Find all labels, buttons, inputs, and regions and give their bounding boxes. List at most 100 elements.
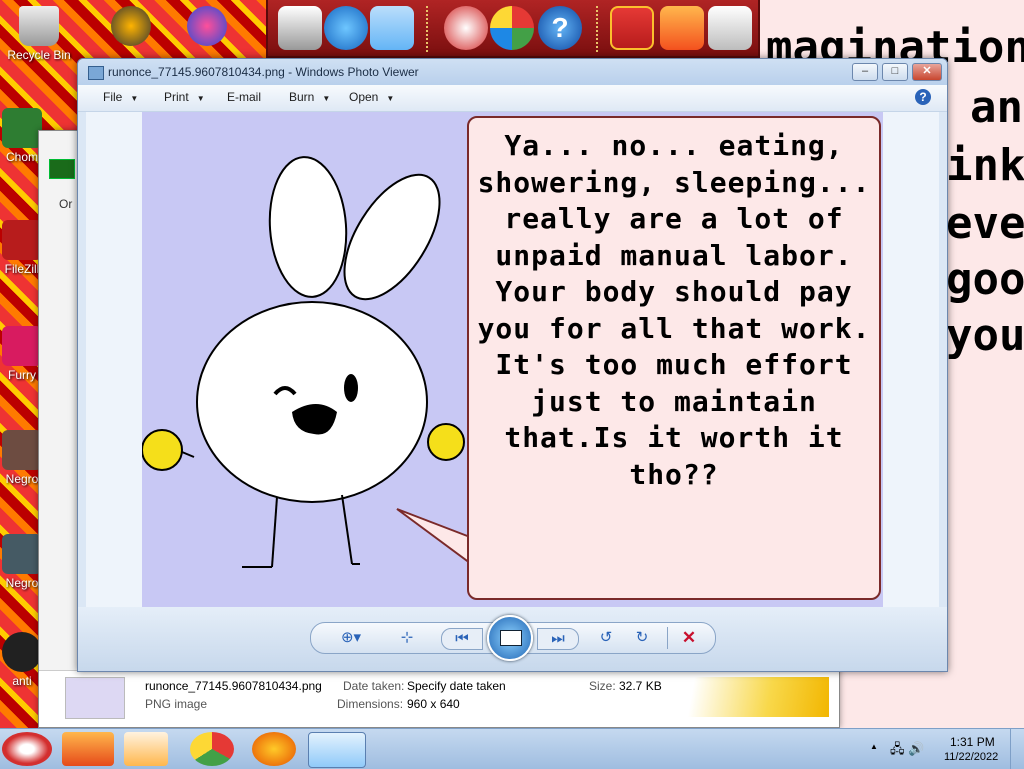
displayed-image: Ya... no... eating, showering, sleeping.… xyxy=(142,112,883,607)
folder-icon[interactable] xyxy=(660,6,704,50)
taskbar-media-player-button[interactable] xyxy=(124,732,168,766)
control-panel-icon[interactable] xyxy=(370,6,414,50)
app-icon xyxy=(2,632,42,672)
file-menu[interactable]: File ▼ xyxy=(103,90,138,104)
desktop-icon-aimp[interactable] xyxy=(96,6,166,48)
globe-icon[interactable] xyxy=(324,6,368,50)
taskbar-firefox-button[interactable] xyxy=(252,732,296,766)
details-accent xyxy=(679,677,829,717)
print-menu-label: Print xyxy=(164,90,189,104)
navigation-controls: ⊕▾ ⊹ ⏮ ⏭ ↺ ↻ ✕ xyxy=(310,615,716,661)
tray-network-volume-icons[interactable]: 🖧 🔊 xyxy=(890,740,924,762)
maximize-button[interactable]: □ xyxy=(882,63,908,81)
rotate-clockwise-icon[interactable]: ↻ xyxy=(631,628,653,648)
desktop-icon-label: Furry xyxy=(8,368,36,382)
date-taken-label: Date taken: xyxy=(343,679,405,693)
open-menu[interactable]: Open ▼ xyxy=(349,90,394,104)
chevron-down-icon: ▼ xyxy=(130,94,139,103)
details-pane: runonce_77145.9607810434.png PNG image D… xyxy=(39,670,839,727)
desktop-icon-label: Chom xyxy=(5,150,38,164)
gift-icon[interactable] xyxy=(610,6,654,50)
burn-menu[interactable]: Burn ▼ xyxy=(289,90,330,104)
image-canvas[interactable]: Ya... no... eating, showering, sleeping.… xyxy=(86,112,939,607)
delete-icon[interactable]: ✕ xyxy=(677,628,701,648)
file-menu-label: File xyxy=(103,90,123,104)
desktop-icon-gem[interactable] xyxy=(172,6,242,48)
open-menu-label: Open xyxy=(349,90,379,104)
playback-bar: ⊕▾ ⊹ ⏮ ⏭ ↺ ↻ ✕ xyxy=(78,607,947,671)
start-button[interactable] xyxy=(2,732,52,766)
recycle-bin-icon xyxy=(19,6,59,46)
print-menu[interactable]: Print ▼ xyxy=(164,90,205,104)
background-text: an xyxy=(970,82,1023,133)
desktop-icon-label: Negro xyxy=(5,472,39,486)
back-arrow-icon[interactable] xyxy=(49,159,75,179)
show-desktop-button[interactable] xyxy=(1010,729,1024,769)
document-icon xyxy=(2,534,42,574)
help-icon[interactable]: ? xyxy=(915,89,931,105)
desktop-icon-label: Recycle Bin xyxy=(7,48,71,62)
app-icon xyxy=(2,108,42,148)
minimize-button[interactable]: – xyxy=(852,63,878,81)
file-thumbnail xyxy=(65,677,125,719)
dock-separator xyxy=(426,6,430,52)
desktop-icon-recycle-bin[interactable]: Recycle Bin xyxy=(4,6,74,62)
close-button[interactable]: ✕ xyxy=(912,63,942,81)
email-button[interactable]: E-mail xyxy=(227,90,261,104)
app-icon xyxy=(2,326,42,366)
aimp-icon xyxy=(111,6,151,46)
computer-icon[interactable] xyxy=(278,6,322,50)
rotate-counterclockwise-icon[interactable]: ↺ xyxy=(595,628,617,648)
dimensions-label: Dimensions: xyxy=(337,697,404,711)
help-icon[interactable]: ? xyxy=(538,6,582,50)
launcher-dock: ? xyxy=(266,0,760,58)
dock-separator xyxy=(596,6,600,52)
photo-viewer-window[interactable]: runonce_77145.9607810434.png - Windows P… xyxy=(77,58,948,672)
desktop-icon-label: FileZill xyxy=(4,262,40,276)
speech-bubble-text: Ya... no... eating, showering, sleeping.… xyxy=(477,129,871,491)
house-icon xyxy=(2,430,42,470)
email-label: E-mail xyxy=(227,90,262,104)
taskbar-chrome-button[interactable] xyxy=(190,732,234,766)
chevron-down-icon: ▼ xyxy=(196,94,205,103)
clock-time[interactable]: 1:31 PM xyxy=(950,735,995,749)
previous-button[interactable]: ⏮ xyxy=(441,628,483,650)
taskbar-photo-viewer-button[interactable] xyxy=(308,732,366,768)
clock-date[interactable]: 11/22/2022 xyxy=(944,751,998,763)
zoom-icon[interactable]: ⊕▾ xyxy=(337,628,365,648)
slideshow-icon xyxy=(500,630,522,646)
title-bar[interactable]: runonce_77145.9607810434.png - Windows P… xyxy=(78,59,947,85)
details-filetype: PNG image xyxy=(145,697,208,711)
show-hidden-icons-icon[interactable]: ▲ xyxy=(870,742,878,751)
photo-viewer-icon xyxy=(88,66,104,80)
details-filename: runonce_77145.9607810434.png xyxy=(145,679,322,693)
size-value: 32.7 KB xyxy=(619,679,662,693)
dimensions-value: 960 x 640 xyxy=(407,697,460,711)
taskbar: ▲ 🖧 🔊 1:31 PM 11/22/2022 xyxy=(0,728,1024,769)
filezilla-icon xyxy=(2,220,42,260)
organize-menu[interactable]: Or xyxy=(59,197,72,211)
controls-divider xyxy=(667,627,668,649)
window-title: runonce_77145.9607810434.png - Windows P… xyxy=(108,65,419,79)
chevron-down-icon: ▼ xyxy=(322,94,331,103)
desktop-icon-label: Negro xyxy=(5,576,39,590)
taskbar-explorer-button[interactable] xyxy=(62,732,114,766)
menu-bar: File ▼ Print ▼ E-mail Burn ▼ Open ▼ ? xyxy=(78,85,947,112)
background-text: goo xyxy=(946,254,1024,305)
trash-icon[interactable] xyxy=(708,6,752,50)
size-label: Size: xyxy=(589,679,616,693)
gem-icon xyxy=(187,6,227,46)
burn-menu-label: Burn xyxy=(289,90,315,104)
background-text: you xyxy=(946,310,1024,361)
background-text: ever xyxy=(946,198,1024,249)
snowman-icon[interactable] xyxy=(444,6,488,50)
desktop-icon-label: anti xyxy=(12,674,32,688)
date-taken-value[interactable]: Specify date taken xyxy=(407,679,506,693)
chevron-down-icon: ▼ xyxy=(386,94,395,103)
actual-size-icon[interactable]: ⊹ xyxy=(397,628,417,648)
next-button[interactable]: ⏭ xyxy=(537,628,579,650)
background-text: ink xyxy=(946,140,1024,191)
speech-bubble: Ya... no... eating, showering, sleeping.… xyxy=(467,116,881,600)
chrome-like-icon[interactable] xyxy=(490,6,534,50)
slideshow-button[interactable] xyxy=(487,615,533,661)
